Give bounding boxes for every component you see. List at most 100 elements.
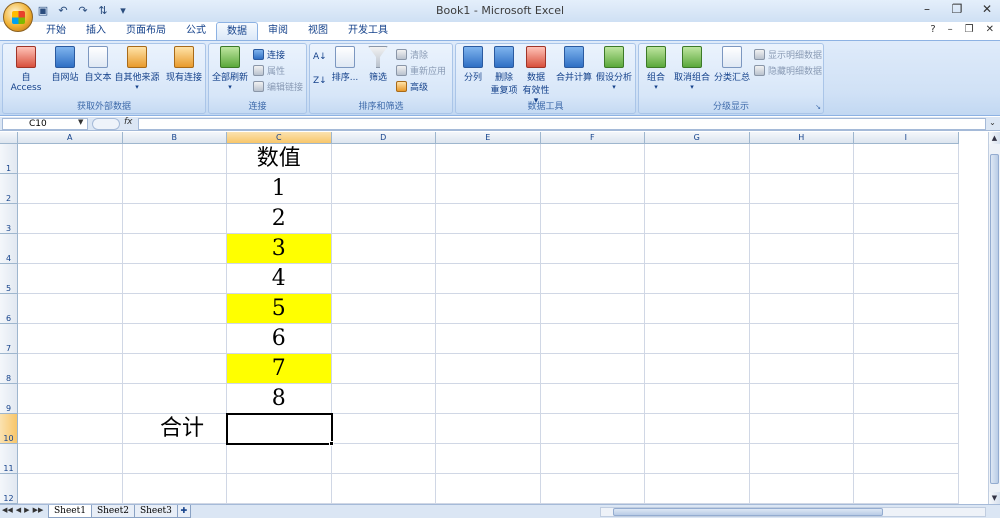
from-other-sources-button[interactable]: 自其他来源 ▾ xyxy=(114,46,160,91)
cell-b12[interactable] xyxy=(122,474,227,504)
cell-e10[interactable] xyxy=(436,414,541,444)
cell-d5[interactable] xyxy=(331,264,436,294)
cell-a8[interactable] xyxy=(18,354,123,384)
sheet-tab-sheet2[interactable]: Sheet2 xyxy=(90,505,135,518)
restore-button[interactable]: ❐ xyxy=(950,2,964,16)
cell-i11[interactable] xyxy=(854,444,959,474)
ungroup-button[interactable]: 取消组合 ▾ xyxy=(672,46,712,91)
cell-a10[interactable] xyxy=(18,414,123,444)
insert-sheet-icon[interactable]: ✚ xyxy=(176,505,191,518)
workbook-restore-button[interactable]: ❐ xyxy=(965,24,974,35)
cell-g11[interactable] xyxy=(645,444,750,474)
close-button[interactable]: ✕ xyxy=(980,2,994,16)
cell-e9[interactable] xyxy=(436,384,541,414)
existing-connections-button[interactable]: 现有连接 xyxy=(165,46,203,83)
row-header-4[interactable]: 4 xyxy=(0,234,18,264)
cell-d1[interactable] xyxy=(331,144,436,174)
cell-b9[interactable] xyxy=(122,384,227,414)
cell-g5[interactable] xyxy=(645,264,750,294)
cell-f1[interactable] xyxy=(540,144,645,174)
fill-handle[interactable] xyxy=(328,441,334,446)
first-sheet-icon[interactable]: ◀◀ xyxy=(2,506,13,514)
row-header-2[interactable]: 2 xyxy=(0,174,18,204)
cell-g8[interactable] xyxy=(645,354,750,384)
workbook-close-button[interactable]: ✕ xyxy=(986,24,994,35)
cell-g6[interactable] xyxy=(645,294,750,324)
cell-b1[interactable] xyxy=(122,144,227,174)
what-if-analysis-button[interactable]: 假设分析 ▾ xyxy=(594,46,634,91)
row-header-6[interactable]: 6 xyxy=(0,294,18,324)
cell-c8[interactable]: 7 xyxy=(227,354,332,384)
row-header-12[interactable]: 12 xyxy=(0,474,18,504)
minimize-button[interactable]: – xyxy=(920,2,934,16)
cell-a12[interactable] xyxy=(18,474,123,504)
cell-f9[interactable] xyxy=(540,384,645,414)
column-header-e[interactable]: E xyxy=(436,132,541,144)
scroll-down-icon[interactable]: ▼ xyxy=(989,492,1000,504)
vertical-scroll-thumb[interactable] xyxy=(990,154,999,484)
office-button[interactable] xyxy=(3,2,33,32)
column-header-b[interactable]: B xyxy=(122,132,227,144)
tab-view[interactable]: 视图 xyxy=(298,22,338,40)
cell-c11[interactable] xyxy=(227,444,332,474)
chevron-down-icon[interactable]: ▼ xyxy=(78,118,83,126)
filter-button[interactable]: 筛选 xyxy=(364,46,392,83)
cell-d7[interactable] xyxy=(331,324,436,354)
row-header-5[interactable]: 5 xyxy=(0,264,18,294)
row-header-8[interactable]: 8 xyxy=(0,354,18,384)
row-header-1[interactable]: 1 xyxy=(0,144,18,174)
column-header-h[interactable]: H xyxy=(749,132,854,144)
cell-i9[interactable] xyxy=(854,384,959,414)
tab-home[interactable]: 开始 xyxy=(36,22,76,40)
help-icon[interactable]: ? xyxy=(930,24,935,35)
cell-i2[interactable] xyxy=(854,174,959,204)
tab-formulas[interactable]: 公式 xyxy=(176,22,216,40)
cell-c2[interactable]: 1 xyxy=(227,174,332,204)
sheet-tab-sheet3[interactable]: Sheet3 xyxy=(133,505,178,518)
cell-e8[interactable] xyxy=(436,354,541,384)
remove-duplicates-button[interactable]: 删除 重复项 xyxy=(488,46,520,96)
cell-a11[interactable] xyxy=(18,444,123,474)
row-header-7[interactable]: 7 xyxy=(0,324,18,354)
cell-a2[interactable] xyxy=(18,174,123,204)
cell-a6[interactable] xyxy=(18,294,123,324)
name-box[interactable]: C10 xyxy=(2,118,88,130)
cell-i4[interactable] xyxy=(854,234,959,264)
consolidate-button[interactable]: 合并计算 xyxy=(554,46,594,83)
clear-filter-button[interactable]: 清除 xyxy=(396,47,428,61)
cell-b6[interactable] xyxy=(122,294,227,324)
row-header-11[interactable]: 11 xyxy=(0,444,18,474)
cell-c12[interactable] xyxy=(227,474,332,504)
cell-d3[interactable] xyxy=(331,204,436,234)
cell-e2[interactable] xyxy=(436,174,541,204)
prev-sheet-icon[interactable]: ◀ xyxy=(16,506,21,514)
formula-cancel-button[interactable] xyxy=(92,118,120,130)
from-web-button[interactable]: 自网站 xyxy=(48,46,82,83)
cell-f10[interactable] xyxy=(540,414,645,444)
cell-b10[interactable]: 合计 xyxy=(122,414,227,444)
cell-h10[interactable] xyxy=(749,414,854,444)
row-header-9[interactable]: 9 xyxy=(0,384,18,414)
cell-e7[interactable] xyxy=(436,324,541,354)
cell-f4[interactable] xyxy=(540,234,645,264)
cell-b7[interactable] xyxy=(122,324,227,354)
cell-f12[interactable] xyxy=(540,474,645,504)
sort-button[interactable]: 排序... xyxy=(330,46,360,83)
next-sheet-icon[interactable]: ▶ xyxy=(24,506,29,514)
cell-f7[interactable] xyxy=(540,324,645,354)
cell-g2[interactable] xyxy=(645,174,750,204)
cell-a5[interactable] xyxy=(18,264,123,294)
cell-f6[interactable] xyxy=(540,294,645,324)
horizontal-scrollbar[interactable] xyxy=(600,507,986,517)
advanced-filter-button[interactable]: 高级 xyxy=(396,79,428,93)
vertical-scrollbar[interactable]: ▲ ▼ xyxy=(988,132,1000,504)
cell-i6[interactable] xyxy=(854,294,959,324)
column-header-a[interactable]: A xyxy=(18,132,123,144)
cell-h4[interactable] xyxy=(749,234,854,264)
cell-b2[interactable] xyxy=(122,174,227,204)
cell-c7[interactable]: 6 xyxy=(227,324,332,354)
cell-e12[interactable] xyxy=(436,474,541,504)
cell-e11[interactable] xyxy=(436,444,541,474)
cell-a9[interactable] xyxy=(18,384,123,414)
cell-d9[interactable] xyxy=(331,384,436,414)
